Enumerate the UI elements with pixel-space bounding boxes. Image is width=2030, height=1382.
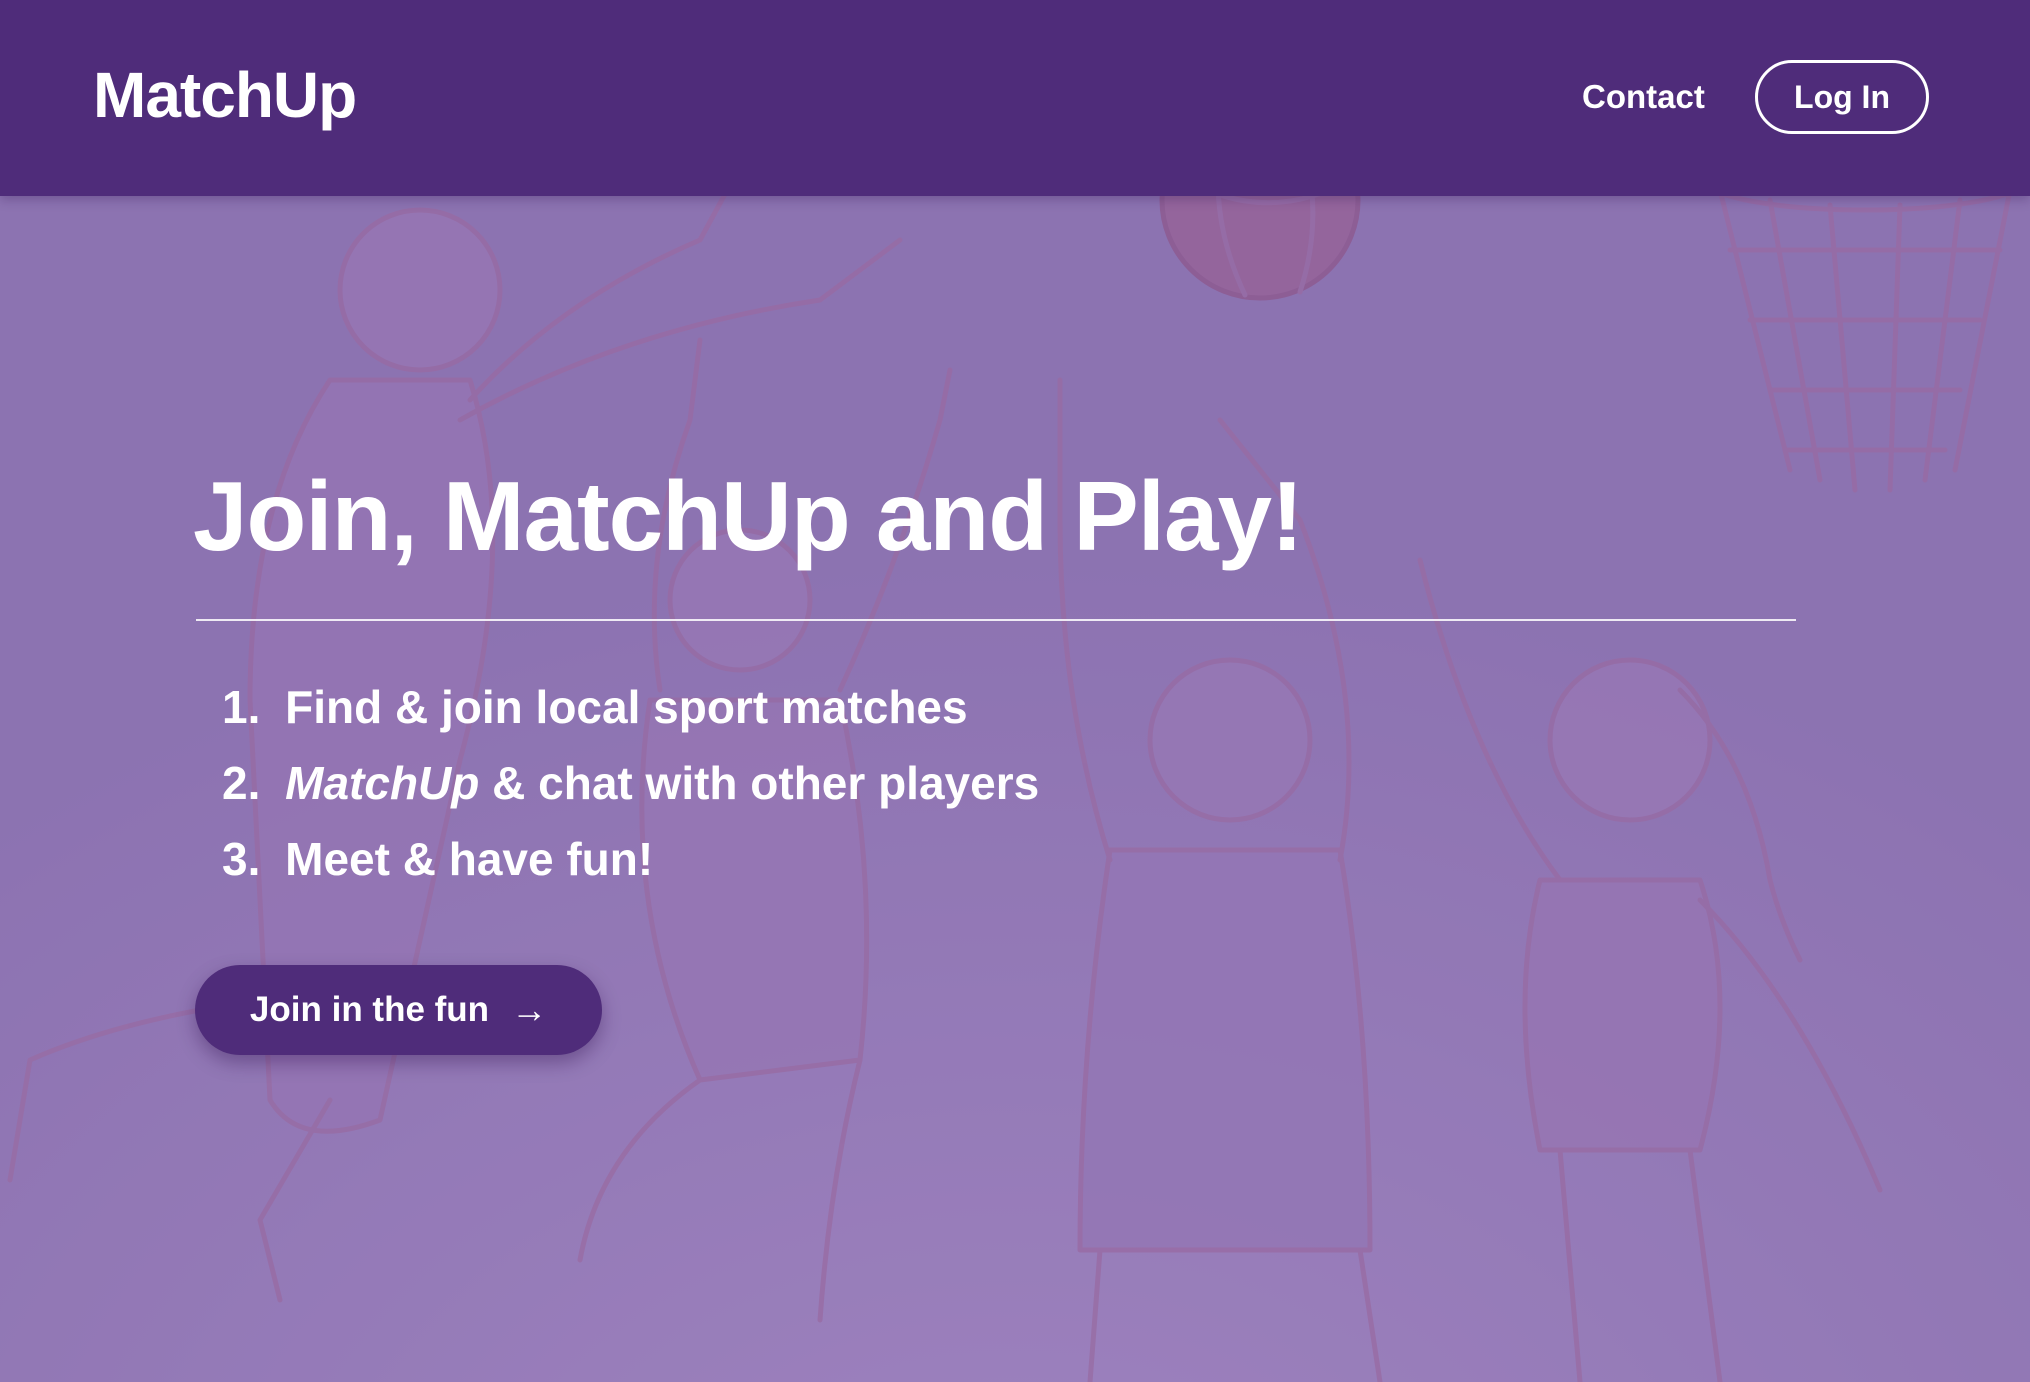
steps-list: 1. Find & join local sport matches 2. Ma… [222, 672, 1039, 900]
step-text: Meet & have fun! [285, 833, 654, 885]
step-item: 3. Meet & have fun! [222, 824, 1039, 900]
step-emphasis: MatchUp [285, 757, 480, 809]
landing-page: MatchUp Contact Log In Join, MatchUp and… [0, 0, 2030, 1382]
hero-headline: Join, MatchUp and Play! [193, 461, 1304, 571]
login-button-label: Log In [1794, 78, 1890, 115]
join-fun-button[interactable]: Join in the fun → [195, 965, 602, 1055]
step-number: 1. [222, 681, 261, 733]
step-number: 3. [222, 833, 261, 885]
arrow-right-icon: → [511, 989, 548, 1030]
step-number: 2. [222, 757, 261, 809]
hero-divider [196, 619, 1796, 621]
step-item: 2. MatchUp & chat with other players [222, 748, 1039, 824]
step-item: 1. Find & join local sport matches [222, 672, 1039, 748]
top-navbar: MatchUp Contact Log In [0, 0, 2030, 196]
step-text: Find & join local sport matches [285, 681, 968, 733]
contact-link[interactable]: Contact [1582, 78, 1705, 116]
step-text: & chat with other players [479, 757, 1040, 809]
login-button[interactable]: Log In [1755, 60, 1929, 134]
brand-logo[interactable]: MatchUp [93, 58, 357, 132]
join-fun-button-label: Join in the fun [249, 990, 490, 1029]
